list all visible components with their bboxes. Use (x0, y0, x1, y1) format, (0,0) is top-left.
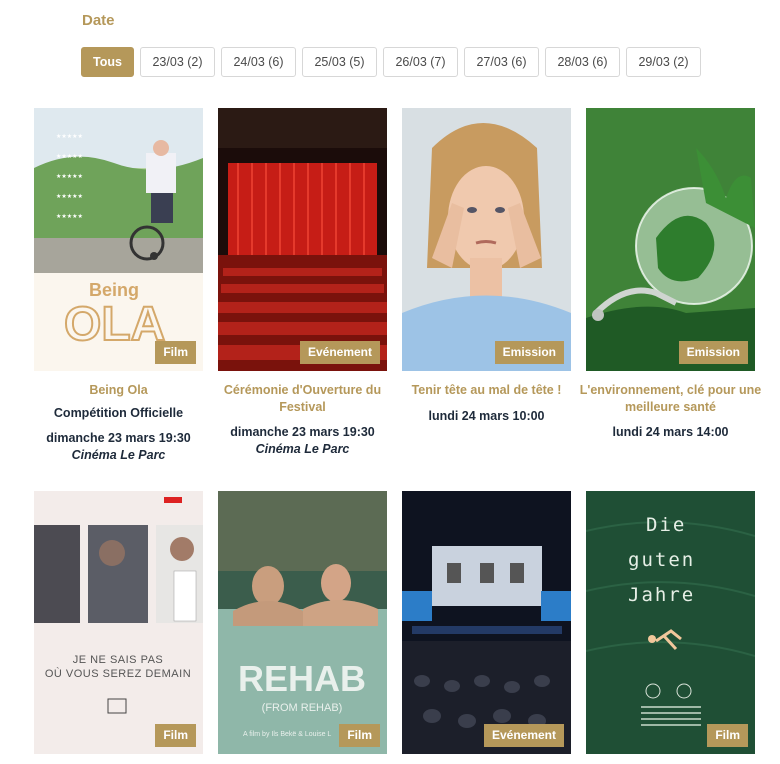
card-datetime: dimanche 23 mars 19:30 (230, 425, 375, 439)
date-filter-2303[interactable]: 23/03 (2) (140, 47, 215, 77)
category-badge: Emission (494, 341, 564, 364)
category-badge: Film (155, 724, 196, 747)
poster-title-text: REHAB (238, 658, 366, 699)
category-badge: Evénement (483, 724, 564, 747)
date-filter-2503[interactable]: 25/03 (5) (302, 47, 377, 77)
card-title[interactable]: Cérémonie d'Ouverture du Festival (210, 382, 395, 415)
poster-image[interactable]: JE NE SAIS PAS OÙ VOUS SEREZ DEMAIN Film (34, 491, 203, 754)
card-datetime: lundi 24 mars 14:00 (612, 425, 729, 439)
date-filter-2403[interactable]: 24/03 (6) (221, 47, 296, 77)
card-datetime: lundi 24 mars 10:00 (428, 408, 545, 423)
date-filter-2703[interactable]: 27/03 (6) (464, 47, 539, 77)
poster-image[interactable]: ★★★★★ ★★★★★ ★★★★★ ★★★★★ ★★★★★ Being OLA Fil… (34, 108, 203, 371)
poster-image[interactable]: Evénement (218, 108, 387, 371)
category-badge: Emission (678, 341, 748, 364)
svg-text:★★★★★: ★★★★★ (56, 133, 83, 140)
poster-title-line1: JE NE SAIS PAS (73, 654, 164, 666)
date-filter-2903[interactable]: 29/03 (2) (626, 47, 701, 77)
category-badge: Film (339, 724, 380, 747)
card-title[interactable]: L'environnement, clé pour une meilleure … (578, 382, 763, 415)
poster-title-line2: OÙ VOUS SEREZ DEMAIN (45, 667, 191, 680)
card-venue: Cinéma Le Parc (255, 441, 350, 456)
svg-text:★★★★★: ★★★★★ (56, 213, 83, 220)
date-filter-2803[interactable]: 28/03 (6) (545, 47, 620, 77)
card-info: L'environnement, clé pour une meilleure … (578, 382, 763, 441)
poster-image[interactable]: Die guten Jahre Film (586, 491, 755, 754)
card-info: Being Ola Compétition Officielle dimanch… (26, 382, 211, 463)
card-venue: Cinéma Le Parc (71, 447, 166, 462)
poster-credit-text: A film by Ils Bekë & Louise L (243, 731, 331, 738)
svg-text:★★★★★: ★★★★★ (56, 193, 83, 200)
poster-title-line3: Jahre (628, 584, 695, 606)
card-title[interactable]: Tenir tête au mal de tête ! (394, 382, 579, 399)
date-filter-all[interactable]: Tous (81, 47, 134, 77)
svg-text:★★★★★: ★★★★★ (56, 153, 83, 160)
poster-subtitle-text: (FROM REHAB) (262, 702, 343, 714)
poster-title-line1: Die (646, 514, 686, 536)
card-datetime: dimanche 23 mars 19:30 (46, 431, 191, 445)
poster-image[interactable]: REHAB (FROM REHAB) A film by Ils Bekë & … (218, 491, 387, 754)
card-info: Tenir tête au mal de tête ! lundi 24 mar… (394, 382, 579, 424)
card-info: Cérémonie d'Ouverture du Festival dimanc… (210, 382, 395, 457)
poster-brand-text: Being (89, 280, 139, 300)
category-badge: Film (707, 724, 748, 747)
category-badge: Film (155, 341, 196, 364)
poster-title-text: OLA (64, 298, 165, 351)
poster-image[interactable]: Evénement (402, 491, 571, 754)
poster-title-line2: guten (628, 549, 695, 571)
svg-text:★★★★★: ★★★★★ (56, 173, 83, 180)
card-category: Compétition Officielle (53, 405, 184, 420)
date-filter-title: Date (82, 12, 115, 29)
poster-image[interactable]: Emission (402, 108, 571, 371)
date-filter-2603[interactable]: 26/03 (7) (383, 47, 458, 77)
category-badge: Evénement (299, 341, 380, 364)
poster-image[interactable]: Emission (586, 108, 755, 371)
card-title[interactable]: Being Ola (26, 382, 211, 399)
